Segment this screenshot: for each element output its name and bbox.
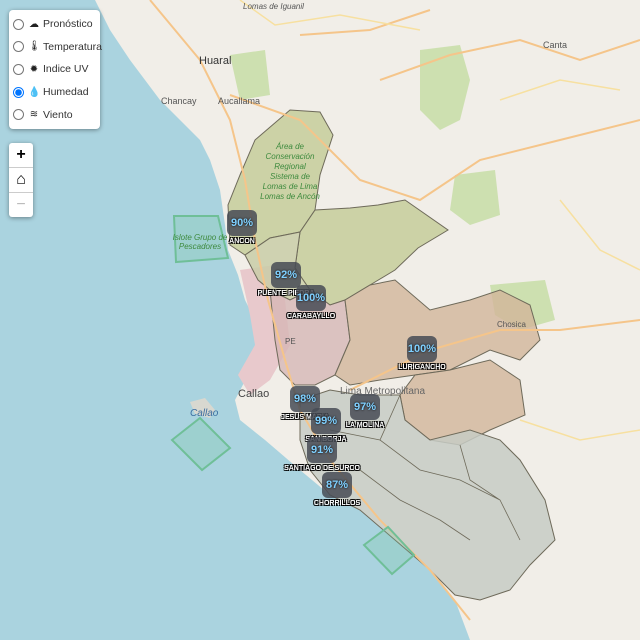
radio-temperatura[interactable] <box>13 41 24 53</box>
layer-option-temperatura[interactable]: 🌡 Temperatura <box>9 36 102 59</box>
layer-label: Humedad <box>43 86 89 99</box>
radio-humedad[interactable] <box>13 86 24 98</box>
droplet-icon: 💧 <box>28 86 41 98</box>
layer-option-viento[interactable]: ≋ Viento <box>9 103 100 126</box>
zoom-out-button[interactable]: − <box>9 193 33 217</box>
map-label-aucallama: Aucallama <box>218 96 261 106</box>
layer-label: Temperatura <box>43 40 102 53</box>
district-name: LA MOLINA <box>345 422 385 429</box>
wind-icon: ≋ <box>29 109 39 121</box>
zoom-in-button[interactable]: + <box>9 143 33 168</box>
sun-icon: ✹ <box>29 63 39 75</box>
layer-control: ☁ Pronóstico 🌡 Temperatura ✹ Indice UV 💧… <box>9 10 102 129</box>
layer-label: Viento <box>43 108 73 121</box>
layer-option-uv[interactable]: ✹ Indice UV <box>9 58 100 81</box>
map-label-callao-island: Callao <box>190 408 219 419</box>
humidity-value: 97% <box>350 394 380 420</box>
layer-label: Pronóstico <box>43 18 93 31</box>
map-label-pe: PE <box>285 337 296 346</box>
cloud-icon: ☁ <box>29 18 39 30</box>
map-label-canta: Canta <box>543 40 568 50</box>
humidity-marker[interactable]: 87% CHORRILLOS <box>314 472 360 507</box>
humidity-value: 90% <box>227 210 257 236</box>
thermometer-icon: 🌡 <box>28 41 41 53</box>
district-name: CHORRILLOS <box>313 500 361 507</box>
district-name: CARABAYLLO <box>286 313 336 320</box>
district-name: ANCON <box>229 238 255 245</box>
marine-zone <box>170 416 232 472</box>
humidity-value: 91% <box>307 437 337 463</box>
humidity-value: 100% <box>407 336 437 362</box>
humidity-marker[interactable]: 90% ANCON <box>227 210 257 245</box>
radio-pronostico[interactable] <box>13 18 24 30</box>
layer-option-pronostico[interactable]: ☁ Pronóstico <box>9 13 100 36</box>
zoom-control: + ⌂ − <box>9 143 33 217</box>
layer-option-humedad[interactable]: 💧 Humedad <box>9 81 100 104</box>
map-label-chancay: Chancay <box>161 96 197 106</box>
map-label-islote: Islote Grupo de Pescadores <box>172 233 228 251</box>
map-label-huaral: Huaral <box>199 55 232 67</box>
district-name: LURIGANCHO <box>398 364 446 371</box>
humidity-value: 100% <box>296 285 326 311</box>
humidity-marker[interactable]: 100% LURIGANCHO <box>398 336 446 371</box>
home-button[interactable]: ⌂ <box>9 168 33 193</box>
district-name: SANTIAGO DE SURCO <box>284 465 360 472</box>
map-label-callao-city: Callao <box>238 388 270 400</box>
map-label-lomas-iguanil: Lomas de Iguanil <box>243 2 304 11</box>
humidity-marker[interactable]: 97% LA MOLINA <box>346 394 384 429</box>
humidity-value: 87% <box>322 472 352 498</box>
map-label-chosica: Chosica <box>497 320 526 329</box>
humidity-marker[interactable]: 99% SAN BORJA <box>305 408 347 443</box>
radio-viento[interactable] <box>13 109 24 121</box>
layer-label: Indice UV <box>43 63 89 76</box>
humidity-value: 99% <box>311 408 341 434</box>
map-label-lomas-area: Área de Conservación Regional Sistema de… <box>260 142 320 201</box>
humidity-marker[interactable]: 91% SANTIAGO DE SURCO <box>284 437 360 472</box>
humidity-marker[interactable]: 100% CARABAYLLO <box>287 285 335 320</box>
radio-uv[interactable] <box>13 63 24 75</box>
